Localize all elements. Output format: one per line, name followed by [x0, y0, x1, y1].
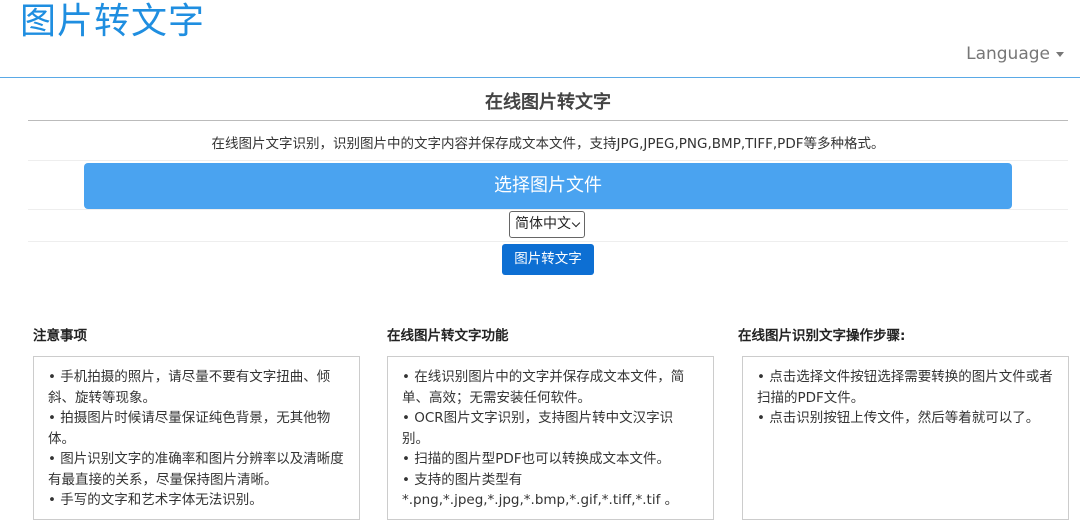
list-item: • 点击选择文件按钮选择需要转换的图片文件或者扫描的PDF文件。: [757, 369, 1053, 406]
list-item: • 手写的文字和艺术字体无法识别。: [48, 492, 263, 508]
convert-button[interactable]: 图片转文字: [502, 244, 594, 275]
section-title-features: 在线图片转文字功能: [387, 328, 509, 344]
header: 图片转文字 Language: [0, 0, 1080, 78]
list-item: • 图片识别文字的准确率和图片分辨率以及清晰度有最直接的关系，尽量保持图片清晰。: [48, 451, 344, 488]
section-title-notes: 注意事项: [33, 328, 87, 344]
list-item: • OCR图片文字识别，支持图片转中文汉字识别。: [402, 410, 674, 447]
features-box: • 在线识别图片中的文字并保存成文本文件，简单、高效；无需安装任何软件。 • O…: [387, 356, 714, 520]
page-title: 在线图片转文字: [485, 92, 611, 113]
divider: [28, 209, 1068, 210]
notes-box: • 手机拍摄的照片，请尽量不要有文字扭曲、倾斜、旋转等现象。 • 拍摄图片时候请…: [33, 356, 360, 520]
language-label: Language: [966, 44, 1050, 64]
section-title-steps: 在线图片识别文字操作步骤:: [738, 328, 906, 344]
list-item: • 扫描的图片型PDF也可以转换成文本文件。: [402, 451, 671, 467]
list-item: • 点击识别按钮上传文件，然后等着就可以了。: [757, 410, 1040, 426]
steps-box: • 点击选择文件按钮选择需要转换的图片文件或者扫描的PDF文件。 • 点击识别按…: [742, 356, 1069, 520]
list-item: • 在线识别图片中的文字并保存成文本文件，简单、高效；无需安装任何软件。: [402, 369, 685, 406]
language-select-value: 简体中文: [515, 216, 571, 232]
choose-file-button[interactable]: 选择图片文件: [84, 163, 1012, 209]
divider: [28, 120, 1068, 121]
list-item: • 手机拍摄的照片，请尽量不要有文字扭曲、倾斜、旋转等现象。: [48, 369, 331, 406]
language-dropdown[interactable]: Language: [966, 44, 1064, 64]
page-description: 在线图片文字识别，识别图片中的文字内容并保存成文本文件，支持JPG,JPEG,P…: [211, 136, 885, 152]
divider: [28, 160, 1068, 161]
chevron-down-icon: [571, 218, 581, 228]
caret-down-icon: [1056, 51, 1064, 57]
list-item: • 支持的图片类型有 *.png,*.jpeg,*.jpg,*.bmp,*.gi…: [402, 471, 679, 509]
language-select[interactable]: 简体中文: [509, 211, 585, 238]
divider: [28, 241, 1068, 242]
list-item: • 拍摄图片时候请尽量保证纯色背景，无其他物体。: [48, 410, 331, 447]
site-logo[interactable]: 图片转文字: [20, 0, 205, 44]
